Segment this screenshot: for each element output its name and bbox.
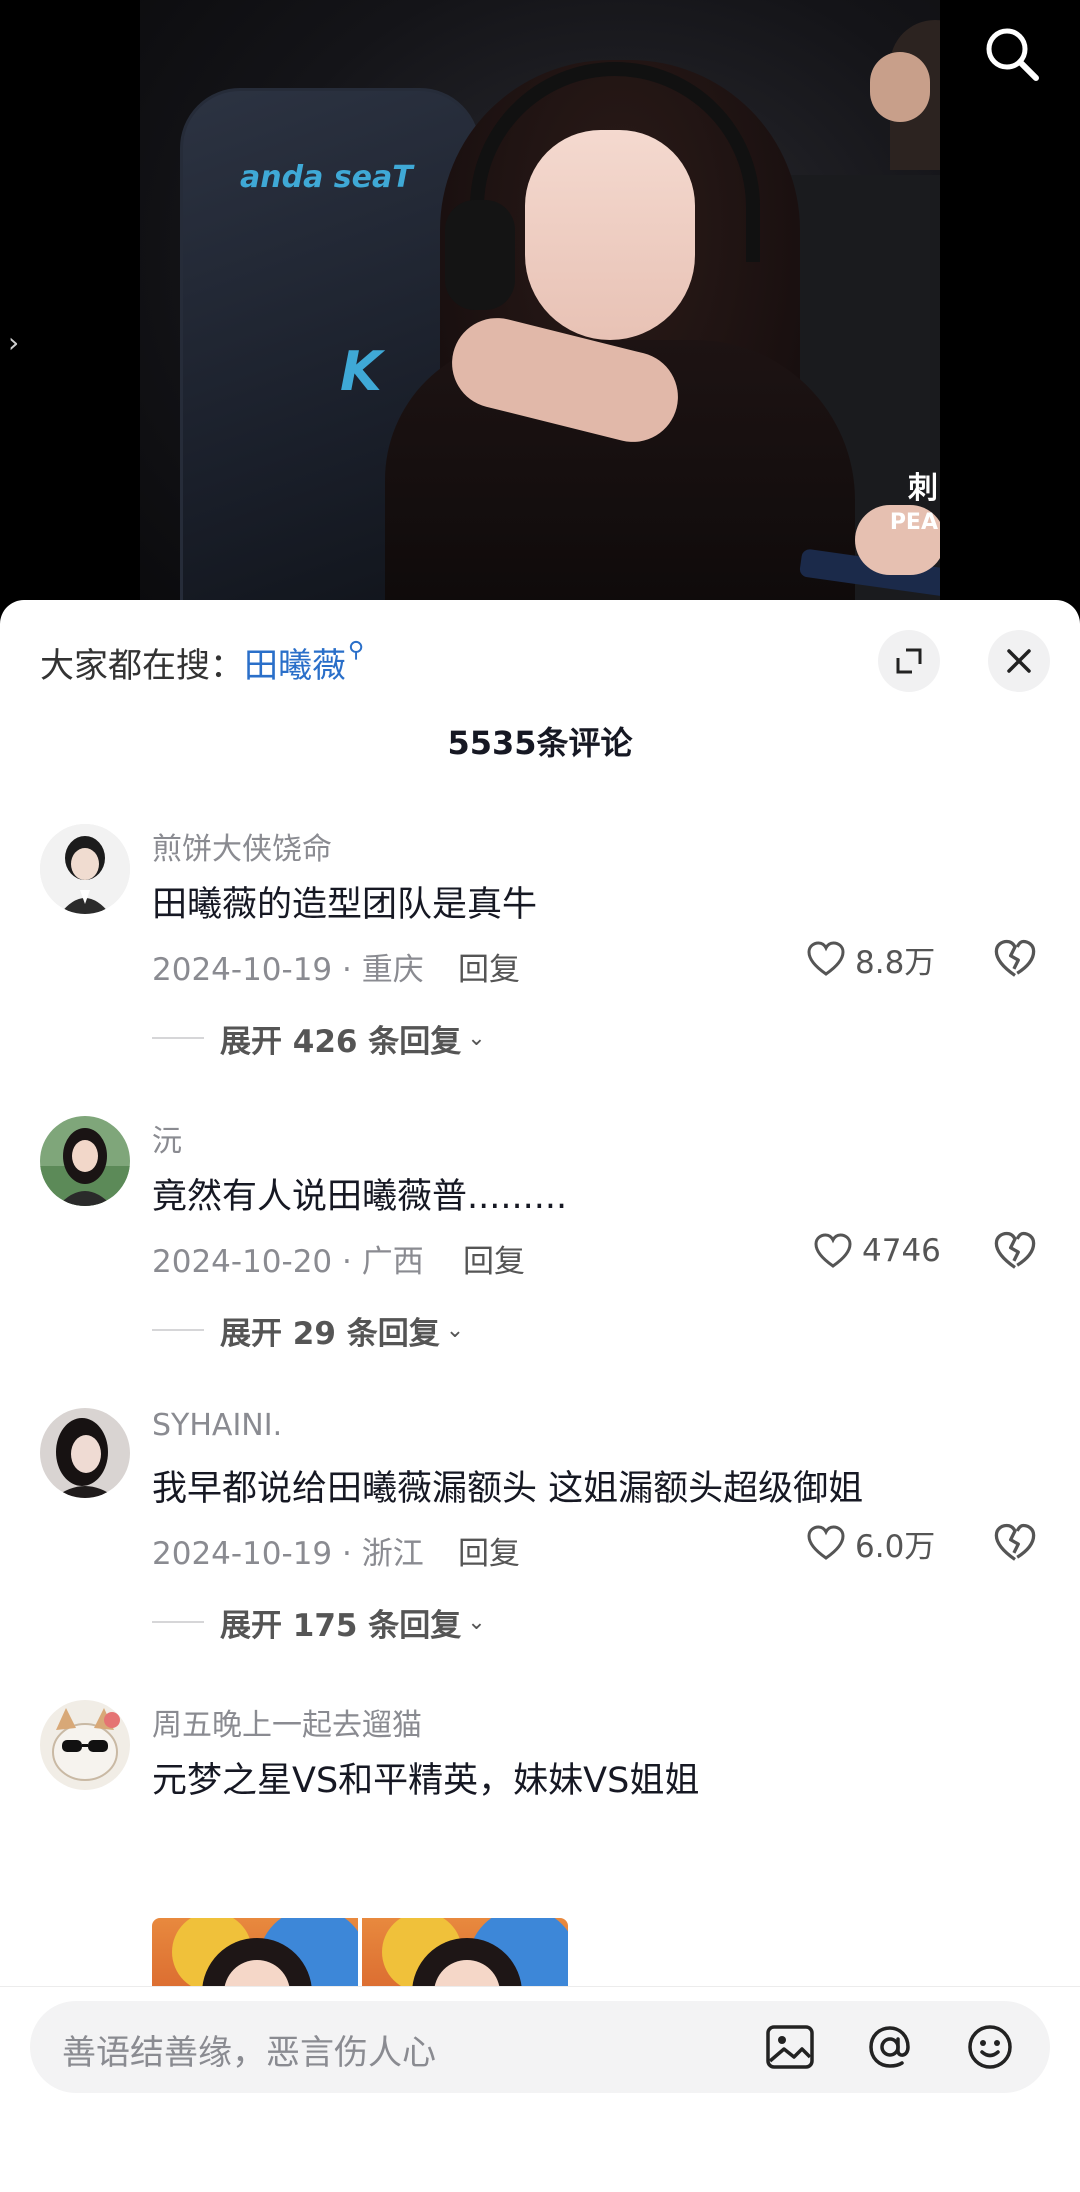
sheet-header: 大家都在搜：田曦薇⚲: [0, 600, 1080, 710]
chair-brand-text: anda seaT: [240, 160, 413, 195]
broken-heart-icon: [994, 939, 1036, 977]
comment-meta: 2024-10-19 · 浙江: [152, 1536, 424, 1572]
like-button[interactable]: 4746: [812, 1228, 941, 1274]
hot-search-term[interactable]: 田曦薇: [244, 646, 346, 686]
like-count: 6.0万: [855, 1528, 936, 1565]
heart-icon: [807, 941, 845, 976]
expand-replies-label: 展开 175 条回复: [220, 1607, 462, 1644]
comment-username[interactable]: 煎饼大侠饶命: [152, 824, 332, 868]
close-button[interactable]: [988, 630, 1050, 692]
chair-logo: K: [340, 340, 382, 403]
comment-meta: 2024-10-19 · 重庆: [152, 952, 424, 988]
avatar[interactable]: [40, 1408, 130, 1498]
expand-icon: [896, 648, 922, 674]
expand-divider: [152, 1621, 204, 1623]
comment-username[interactable]: SYHAINI.: [152, 1408, 282, 1443]
comment-text: 田曦薇的造型团队是真牛: [152, 885, 538, 925]
comment-count: 5535条评论: [447, 724, 633, 762]
like-button[interactable]: 6.0万: [805, 1520, 935, 1566]
like-count: 8.8万: [855, 944, 936, 981]
reply-button[interactable]: 回复: [463, 1236, 525, 1281]
heart-icon: [814, 1233, 852, 1268]
broadcast-logo-line1: 刺: [908, 471, 938, 506]
video-frame: anda seaT K 刺 PEA: [140, 0, 940, 640]
headset-earcup: [445, 200, 515, 310]
comment-item: SYHAINI. 我早都说给田曦薇漏额头 这姐漏额头超级御姐 2024-10-1…: [0, 1408, 1080, 1658]
comments-sheet: 大家都在搜：田曦薇⚲ 5535条评论 煎饼大侠饶命 田曦薇的造型团队是真牛 20…: [0, 600, 1080, 2192]
broadcast-logo: 刺 PEA: [890, 472, 938, 540]
comment-input[interactable]: 善语结善缘，恶言伤人心: [30, 2001, 1050, 2093]
expand-replies-label: 展开 29 条回复: [220, 1315, 440, 1352]
avatar[interactable]: [40, 1116, 130, 1206]
emoji-icon[interactable]: [960, 2017, 1020, 2077]
comment-text: 竟然有人说田曦薇普.........: [152, 1177, 568, 1217]
dislike-button[interactable]: [992, 1520, 1038, 1566]
hot-search-prefix: 大家都在搜：: [40, 646, 244, 686]
comment-input-bar: 善语结善缘，恶言伤人心: [0, 1986, 1080, 2192]
expand-replies[interactable]: 展开 29 条回复 ⌄: [152, 1310, 465, 1352]
search-icon[interactable]: [980, 22, 1044, 86]
avatar[interactable]: [40, 824, 130, 914]
chevron-down-icon: ⌄: [445, 1317, 465, 1343]
chevron-down-icon: ⌄: [467, 1609, 486, 1635]
comment-item: 煎饼大侠饶命 田曦薇的造型团队是真牛 2024-10-19 · 重庆 回复 8.…: [0, 824, 1080, 1074]
broken-heart-icon: [994, 1523, 1036, 1561]
hot-search[interactable]: 大家都在搜：田曦薇⚲: [40, 638, 364, 687]
comment-item: 沅 竟然有人说田曦薇普......... 2024-10-20 · 广西 回复 …: [0, 1116, 1080, 1366]
comment-input-placeholder: 善语结善缘，恶言伤人心: [62, 2033, 436, 2073]
video-player[interactable]: anda seaT K 刺 PEA ›: [0, 0, 1080, 640]
chevron-right-icon[interactable]: ›: [8, 326, 19, 359]
like-count: 4746: [862, 1233, 941, 1269]
comment-username[interactable]: 沅: [152, 1116, 182, 1160]
like-button[interactable]: 8.8万: [805, 936, 935, 982]
comment-meta: 2024-10-20 · 广西: [152, 1244, 424, 1280]
small-search-icon: ⚲: [348, 638, 365, 663]
background-person-face: [870, 52, 930, 122]
avatar[interactable]: [40, 1700, 130, 1790]
dislike-button[interactable]: [992, 936, 1038, 982]
broken-heart-icon: [994, 1231, 1036, 1269]
comment-text: 我早都说给田曦薇漏额头 这姐漏额头超级御姐: [152, 1469, 864, 1509]
dislike-button[interactable]: [992, 1228, 1038, 1274]
expand-replies[interactable]: 展开 175 条回复 ⌄: [152, 1602, 486, 1644]
close-icon: [1007, 649, 1031, 673]
expand-divider: [152, 1037, 204, 1039]
expand-button[interactable]: [878, 630, 940, 692]
at-icon[interactable]: [860, 2017, 920, 2077]
expand-replies-label: 展开 426 条回复: [220, 1023, 462, 1060]
heart-icon: [807, 1525, 845, 1560]
image-icon[interactable]: [760, 2017, 820, 2077]
expand-divider: [152, 1329, 204, 1331]
comment-username[interactable]: 周五晚上一起去遛猫: [152, 1700, 422, 1744]
reply-button[interactable]: 回复: [458, 944, 520, 989]
expand-replies[interactable]: 展开 426 条回复 ⌄: [152, 1018, 486, 1060]
chevron-down-icon: ⌄: [467, 1025, 486, 1051]
broadcast-logo-line2: PEA: [889, 510, 938, 535]
reply-button[interactable]: 回复: [458, 1528, 520, 1573]
comment-text: 元梦之星VS和平精英，妹妹VS姐姐: [152, 1761, 700, 1801]
